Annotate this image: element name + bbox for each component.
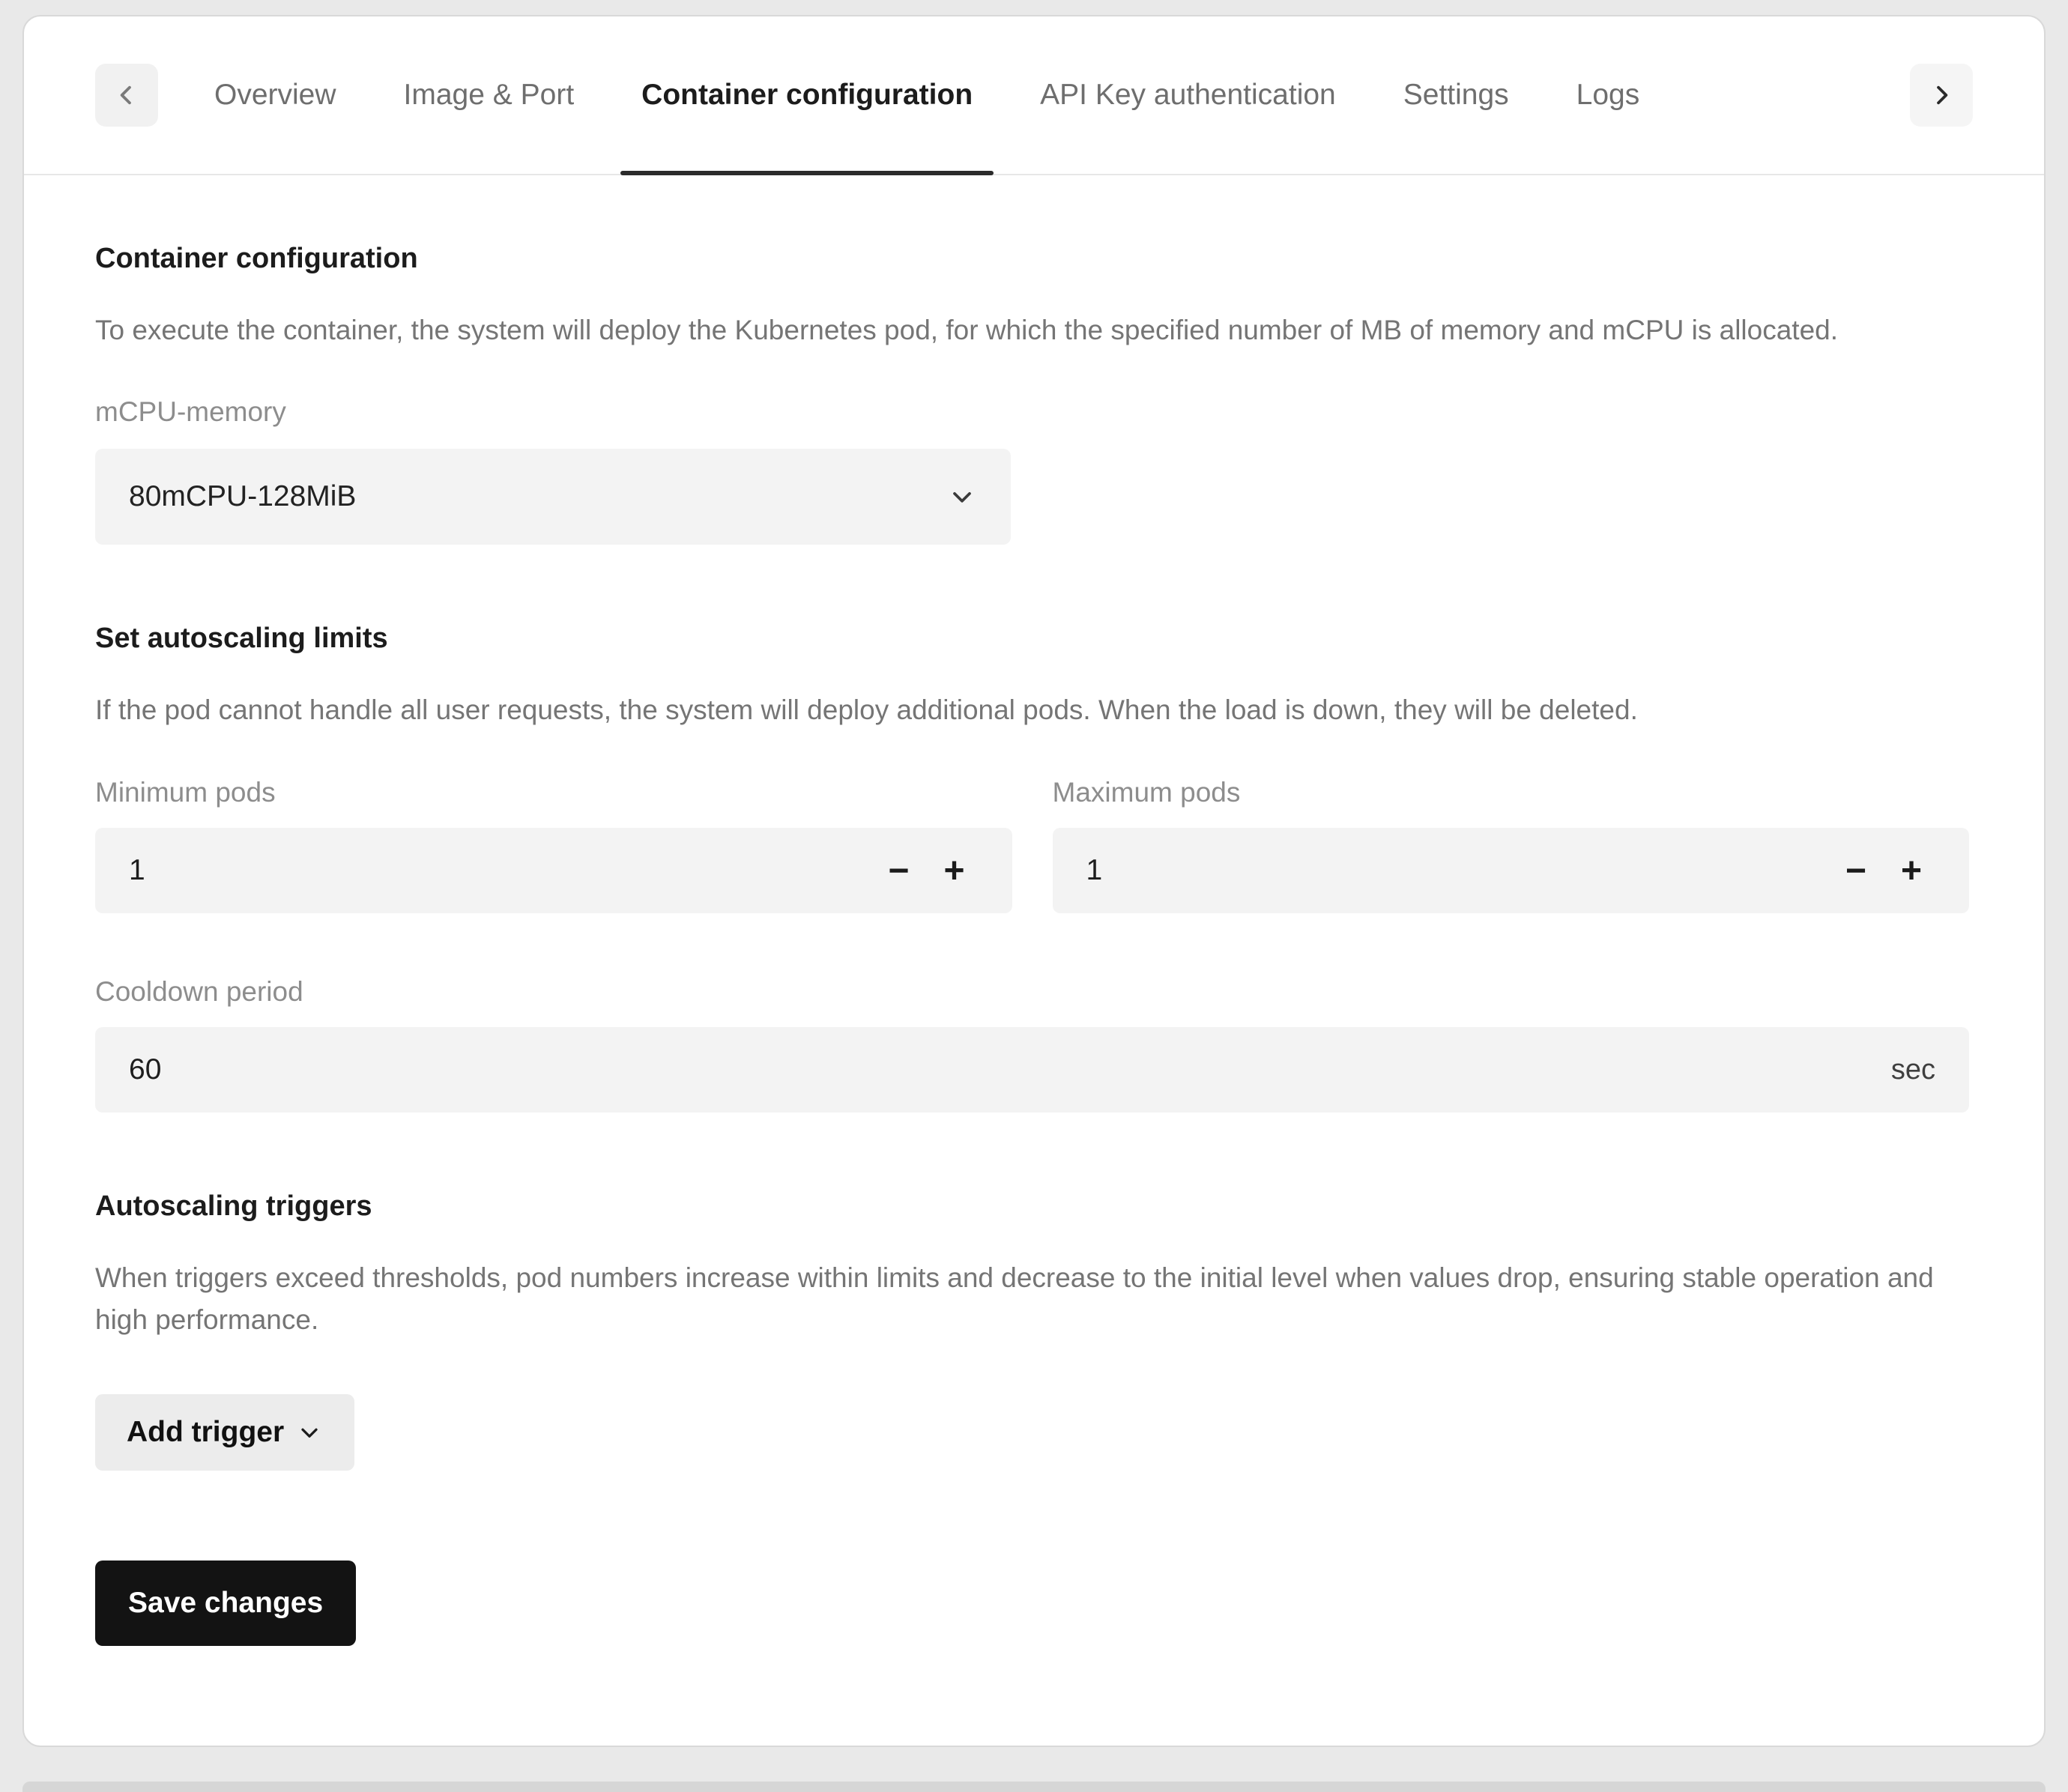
- pods-limits-row: Minimum pods − + Maximum pods − +: [95, 777, 1969, 913]
- tab-image-and-port[interactable]: Image & Port: [383, 16, 596, 174]
- mcpu-memory-select[interactable]: 80mCPU-128MiB: [95, 449, 1011, 545]
- cooldown-period-input[interactable]: [129, 1053, 1876, 1086]
- tabs-scroll-right-button[interactable]: [1910, 64, 1973, 127]
- mcpu-memory-label: mCPU-memory: [95, 396, 1969, 428]
- tab-container-configuration[interactable]: Container configuration: [620, 16, 994, 174]
- maximum-pods-stepper: − +: [1053, 828, 1970, 913]
- tabs-scroll-left-button[interactable]: [95, 64, 158, 127]
- tab-api-key-authentication[interactable]: API Key authentication: [1019, 16, 1357, 174]
- settings-card: Overview Image & Port Container configur…: [22, 15, 2046, 1747]
- section-title-container-configuration: Container configuration: [95, 243, 1969, 275]
- autoscaling-triggers-description: When triggers exceed thresholds, pod num…: [95, 1257, 1942, 1340]
- cooldown-period-label: Cooldown period: [95, 976, 1969, 1008]
- section-title-autoscaling-limits: Set autoscaling limits: [95, 623, 1969, 655]
- chevron-down-icon: [947, 482, 977, 512]
- minimum-pods-input[interactable]: [129, 854, 871, 887]
- chevron-right-icon: [1927, 81, 1956, 109]
- tab-settings[interactable]: Settings: [1382, 16, 1530, 174]
- add-trigger-button[interactable]: Add trigger: [95, 1394, 354, 1471]
- section-title-autoscaling-triggers: Autoscaling triggers: [95, 1190, 1969, 1223]
- cooldown-unit-label: sec: [1876, 1054, 1935, 1086]
- tab-overview[interactable]: Overview: [193, 16, 357, 174]
- minus-icon: −: [888, 850, 909, 892]
- maximum-pods-field-group: Maximum pods − +: [1053, 777, 1970, 913]
- minus-icon: −: [1845, 850, 1866, 892]
- minimum-pods-label: Minimum pods: [95, 777, 1012, 808]
- minimum-pods-decrement-button[interactable]: −: [871, 828, 927, 913]
- plus-icon: +: [1901, 850, 1922, 892]
- minimum-pods-increment-button[interactable]: +: [927, 828, 982, 913]
- below-fold-element: [22, 1782, 2046, 1792]
- tab-list: Overview Image & Port Container configur…: [181, 16, 1673, 174]
- minimum-pods-field-group: Minimum pods − +: [95, 777, 1012, 913]
- maximum-pods-decrement-button[interactable]: −: [1828, 828, 1884, 913]
- cooldown-period-field: sec: [95, 1027, 1969, 1113]
- chevron-down-icon: [296, 1419, 323, 1446]
- add-trigger-label: Add trigger: [127, 1416, 284, 1449]
- autoscaling-limits-description: If the pod cannot handle all user reques…: [95, 689, 1942, 731]
- maximum-pods-label: Maximum pods: [1053, 777, 1970, 808]
- plus-icon: +: [943, 850, 964, 892]
- mcpu-memory-selected-value: 80mCPU-128MiB: [129, 480, 947, 513]
- tab-bar: Overview Image & Port Container configur…: [24, 16, 2044, 175]
- maximum-pods-input[interactable]: [1086, 854, 1829, 887]
- maximum-pods-increment-button[interactable]: +: [1884, 828, 1939, 913]
- container-configuration-description: To execute the container, the system wil…: [95, 309, 1942, 351]
- minimum-pods-stepper: − +: [95, 828, 1012, 913]
- save-changes-button[interactable]: Save changes: [95, 1561, 356, 1646]
- chevron-left-icon: [112, 81, 141, 109]
- save-changes-label: Save changes: [128, 1587, 323, 1620]
- tab-logs[interactable]: Logs: [1555, 16, 1661, 174]
- container-configuration-panel: Container configuration To execute the c…: [24, 175, 2044, 1646]
